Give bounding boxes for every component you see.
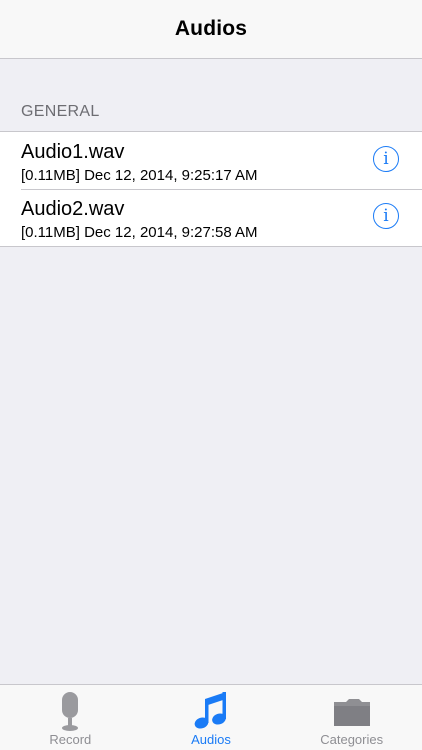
audio-name: Audio1.wav <box>21 141 125 163</box>
tab-record[interactable]: Record <box>0 685 141 750</box>
audio-details: [0.11MB] Dec 12, 2014, 9:27:58 AM <box>21 224 258 241</box>
microphone-icon <box>50 690 90 732</box>
tab-audios[interactable]: Audios <box>141 685 282 750</box>
tab-bar: Record Audios Categories <box>0 684 422 750</box>
info-circle-icon[interactable]: i <box>373 146 399 172</box>
tab-categories[interactable]: Categories <box>281 685 422 750</box>
tab-label: Record <box>49 732 92 747</box>
audio-row[interactable]: Audio2.wav [0.11MB] Dec 12, 2014, 9:27:5… <box>0 189 422 246</box>
audio-list: Audio1.wav [0.11MB] Dec 12, 2014, 9:25:1… <box>0 131 422 247</box>
music-note-icon <box>191 690 231 732</box>
tab-label: Categories <box>320 732 384 747</box>
tab-label: Audios <box>191 732 231 747</box>
page-title: Audios <box>174 17 248 40</box>
audio-name: Audio2.wav <box>21 198 125 220</box>
navigation-bar: Audios <box>0 0 422 59</box>
audio-details: [0.11MB] Dec 12, 2014, 9:25:17 AM <box>21 167 258 184</box>
audio-row[interactable]: Audio1.wav [0.11MB] Dec 12, 2014, 9:25:1… <box>0 132 422 189</box>
folder-icon <box>332 690 372 732</box>
info-circle-icon[interactable]: i <box>373 203 399 229</box>
section-header: GENERAL <box>21 103 100 120</box>
